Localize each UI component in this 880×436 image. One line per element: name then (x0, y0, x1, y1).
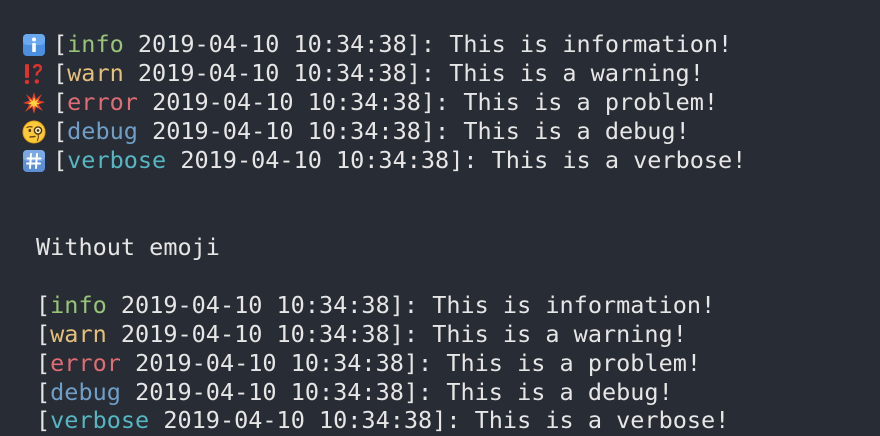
log-line-verbose-emoji: [verbose 2019-04-10 10:34:38]: This is a… (22, 146, 746, 175)
timestamp: 2019-04-10 10:34:38 (137, 30, 407, 58)
section-heading: Without emoji (36, 233, 220, 261)
collision-emoji-icon (22, 91, 48, 115)
timestamp: 2019-04-10 10:34:38 (120, 320, 390, 348)
log-level: verbose (67, 146, 167, 174)
log-level: debug (50, 378, 121, 406)
log-line-verbose: [verbose 2019-04-10 10:34:38]: This is a… (36, 406, 730, 434)
log-line-warn-emoji: [warn 2019-04-10 10:34:38]: This is a wa… (22, 59, 704, 88)
log-level: debug (67, 117, 138, 145)
timestamp: 2019-04-10 10:34:38 (135, 378, 404, 406)
log-level: error (50, 349, 121, 377)
log-message: This is a problem! (446, 349, 702, 377)
log-line-info: [info 2019-04-10 10:34:38]: This is info… (36, 291, 716, 319)
log-message: This is a debug! (463, 117, 690, 145)
log-message: This is information! (432, 291, 716, 319)
timestamp: 2019-04-10 10:34:38 (152, 117, 421, 145)
log-level: info (50, 291, 107, 319)
log-line-error: [error 2019-04-10 10:34:38]: This is a p… (36, 349, 702, 377)
timestamp: 2019-04-10 10:34:38 (180, 146, 450, 174)
timestamp: 2019-04-10 10:34:38 (120, 291, 390, 319)
exclamation-question-emoji-icon (22, 62, 48, 86)
info-emoji-icon (22, 33, 48, 57)
log-line-error-emoji: [error 2019-04-10 10:34:38]: This is a p… (22, 88, 718, 117)
monocle-face-emoji-icon (22, 120, 48, 144)
log-message: This is a verbose! (474, 406, 730, 434)
timestamp: 2019-04-10 10:34:38 (135, 349, 404, 377)
log-line-info-emoji: [info 2019-04-10 10:34:38]: This is info… (22, 30, 732, 59)
log-level: error (67, 88, 138, 116)
log-level: info (67, 30, 124, 58)
log-message: This is a verbose! (491, 146, 747, 174)
log-message: This is a warning! (432, 320, 687, 348)
log-message: This is a problem! (463, 88, 719, 116)
terminal-output: [info 2019-04-10 10:34:38]: This is info… (0, 0, 880, 436)
log-level: warn (50, 320, 107, 348)
log-level: warn (67, 59, 124, 87)
timestamp: 2019-04-10 10:34:38 (152, 88, 421, 116)
hash-keycap-emoji-icon (22, 149, 48, 173)
log-level: verbose (50, 406, 150, 434)
timestamp: 2019-04-10 10:34:38 (163, 406, 433, 434)
log-line-debug: [debug 2019-04-10 10:34:38]: This is a d… (36, 378, 673, 406)
log-message: This is information! (449, 30, 733, 58)
log-line-warn: [warn 2019-04-10 10:34:38]: This is a wa… (36, 320, 687, 348)
timestamp: 2019-04-10 10:34:38 (137, 59, 407, 87)
log-message: This is a debug! (446, 378, 673, 406)
log-line-debug-emoji: [debug 2019-04-10 10:34:38]: This is a d… (22, 117, 690, 146)
log-message: This is a warning! (449, 59, 704, 87)
